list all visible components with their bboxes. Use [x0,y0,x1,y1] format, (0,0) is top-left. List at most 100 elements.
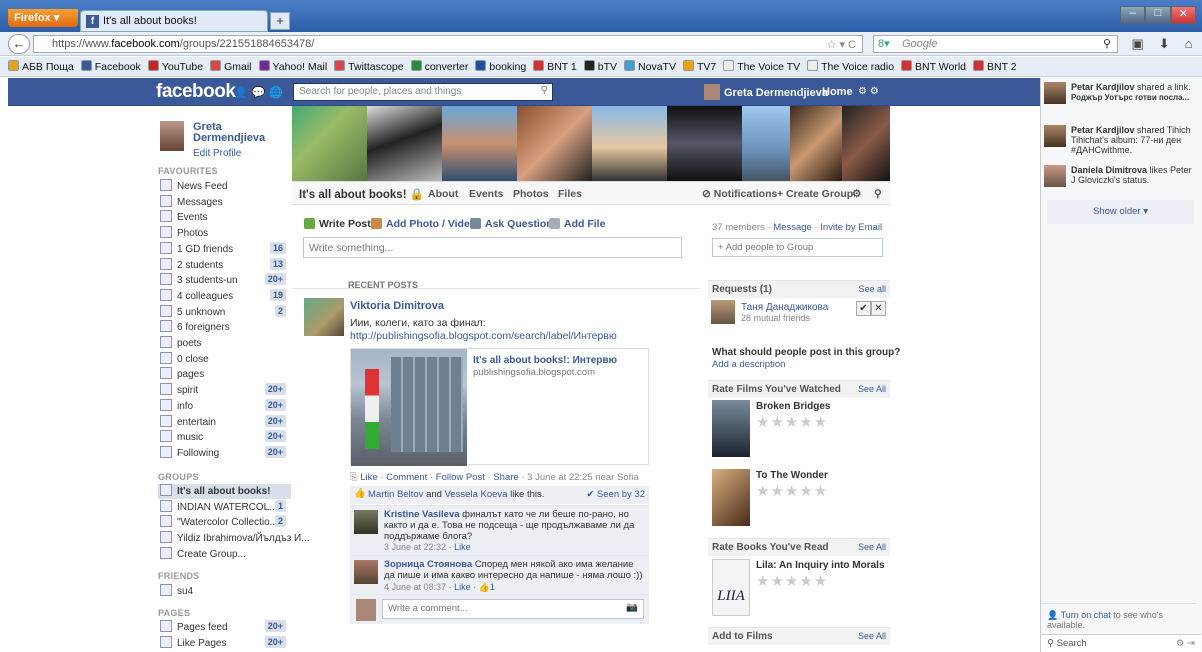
liker-link[interactable]: Vessela Koeva [445,489,508,500]
facebook-logo[interactable]: facebook [156,81,236,103]
post-author[interactable]: Viktoria Dimitrova [350,300,444,312]
maximize-button[interactable]: □ [1145,6,1171,24]
like-link[interactable]: Like [360,472,377,483]
group-search-icon[interactable]: ⚲ [874,188,882,200]
minimize-button[interactable]: – [1120,6,1146,24]
avatar[interactable] [354,510,378,534]
browser-tab[interactable]: f It's all about books! [80,10,268,32]
avatar[interactable] [354,560,378,584]
download-icon[interactable]: ⬇ [1159,36,1170,52]
add-description-link[interactable]: Add a description [712,359,785,370]
facebook-search-input[interactable]: Search for people, places and things ⚲ [293,83,553,101]
member-photo[interactable] [842,106,890,181]
bookmark-item[interactable]: АБВ Поща [8,60,74,73]
sidebar-item[interactable]: Photos [160,226,286,241]
sidebar-item[interactable]: It's all about books! [158,484,291,499]
film-title[interactable]: Broken Bridges [756,401,830,412]
home-icon[interactable]: ⌂ [1185,36,1193,52]
comment-like-link[interactable]: Like [454,542,471,552]
tab-photos[interactable]: Photos [513,188,549,200]
sidebar-item[interactable]: 4 colleagues 19 [160,288,286,304]
chat-settings-icon[interactable]: ⚙ ⇥ [1176,638,1195,649]
film-poster[interactable] [712,400,750,457]
comment-time[interactable]: 4 June at 08:37 [384,582,446,592]
show-older-button[interactable]: Show older ▾ [1047,200,1194,224]
sidebar-item[interactable]: Yildiz Ibrahimova/Йълдъз И... [160,531,310,546]
write-comment-input[interactable]: Write a comment... 📷 [382,599,644,619]
write-something-input[interactable]: Write something... [303,237,682,258]
sidebar-item[interactable]: entertain 20+ [160,414,286,430]
attachment-image[interactable] [351,349,467,466]
avatar[interactable] [711,300,735,324]
book-cover[interactable]: LIIA [712,559,750,616]
search-icon[interactable]: ⚲ [541,85,548,96]
request-name[interactable]: Таня Данаджикова [741,302,828,313]
avatar[interactable] [160,121,184,151]
favourites-heading[interactable]: FAVOURITES [158,166,218,176]
comment-time[interactable]: 3 June at 22:32 [384,542,446,552]
home-link[interactable]: Home [822,86,853,98]
see-all-link[interactable]: See All [858,384,886,394]
page-menu-icon[interactable]: ▣ [1131,36,1143,52]
member-photo[interactable] [742,106,790,181]
sidebar-item[interactable]: Following 20+ [160,445,286,461]
bookmark-item[interactable]: Facebook [80,60,141,73]
sidebar-item[interactable]: poets [160,336,286,351]
add-people-input[interactable]: + Add people to Group [712,238,883,257]
write-post-button[interactable]: Write Post [304,218,371,230]
sidebar-item[interactable]: Events [160,210,286,225]
bookmark-item[interactable]: NovaTV [624,60,676,73]
see-all-link[interactable]: See all [858,284,886,294]
see-all-link[interactable]: See All [858,631,886,641]
attachment-title[interactable]: It's all about books!: Интервю [473,355,617,366]
sidebar-item[interactable]: su4 [160,584,286,599]
tab-about[interactable]: About [428,188,458,200]
new-tab-button[interactable]: + [270,12,290,30]
bookmark-item[interactable]: bTV [583,60,617,73]
camera-icon[interactable]: 📷 [626,602,638,613]
notifications-button[interactable]: ⊘ Notifications [702,188,777,200]
firefox-menu-button[interactable]: Firefox ▾ [8,9,78,27]
back-button[interactable]: ← [8,34,30,54]
sidebar-item[interactable]: 1 GD friends 16 [160,241,286,257]
member-photo[interactable] [292,106,367,181]
bookmark-item[interactable]: Twittascope [334,60,404,73]
member-photo[interactable] [517,106,592,181]
sidebar-item[interactable]: music 20+ [160,430,286,445]
sidebar-item[interactable]: 6 foreigners [160,320,286,335]
sidebar-item[interactable]: 3 students-un 20+ [160,273,286,288]
search-engine-box[interactable]: 8▾ Google ⚲ [873,35,1118,53]
book-title[interactable]: Lila: An Inquiry into Morals [756,560,885,571]
share-link[interactable]: Share [493,472,518,483]
group-cover-photos[interactable] [292,106,890,181]
message-link[interactable]: Message [773,222,812,233]
sidebar-item[interactable]: 0 close [160,351,286,367]
tab-files[interactable]: Files [558,188,582,200]
create-group-button[interactable]: + Create Group [777,188,853,200]
sidebar-item[interactable]: pages [160,367,286,382]
liker-link[interactable]: Martin Beltov [368,489,423,500]
friends-heading[interactable]: FRIENDS [158,571,200,581]
url-bar[interactable]: https://www.facebook.com/groups/22155188… [33,35,863,53]
post-link[interactable]: http://publishingsofia.blogspot.com/sear… [350,330,617,342]
comment-like-count[interactable]: 1 [490,582,495,592]
member-photo[interactable] [367,106,442,181]
sidebar-item[interactable]: Messages [160,194,286,210]
star-rating[interactable]: ★★★★★ [756,413,828,431]
turn-on-chat-link[interactable]: Turn on chat [1061,610,1111,620]
sidebar-item[interactable]: Like Pages 20+ [160,635,286,651]
link-attachment[interactable]: It's all about books!: Интервю publishin… [350,348,649,466]
chat-search-input[interactable]: ⚲ Search ⚙ ⇥ [1041,634,1201,652]
film-title[interactable]: To The Wonder [756,470,828,481]
pages-heading[interactable]: PAGES [158,608,190,618]
edit-profile-link[interactable]: Edit Profile [193,148,241,159]
comment-author[interactable]: Kristine Vasileva [384,509,460,520]
group-settings-icon[interactable]: ⚙ [852,188,861,200]
group-title[interactable]: It's all about books! 🔒 [299,187,424,201]
sidebar-item[interactable]: INDIAN WATERCOL... 1 [160,499,286,515]
star-rating[interactable]: ★★★★★ [756,482,828,500]
follow-post-link[interactable]: Follow Post [436,472,485,483]
bookmark-item[interactable]: BNT 2 [973,60,1017,73]
sidebar-item[interactable]: info 20+ [160,398,286,414]
member-photo[interactable] [667,106,742,181]
